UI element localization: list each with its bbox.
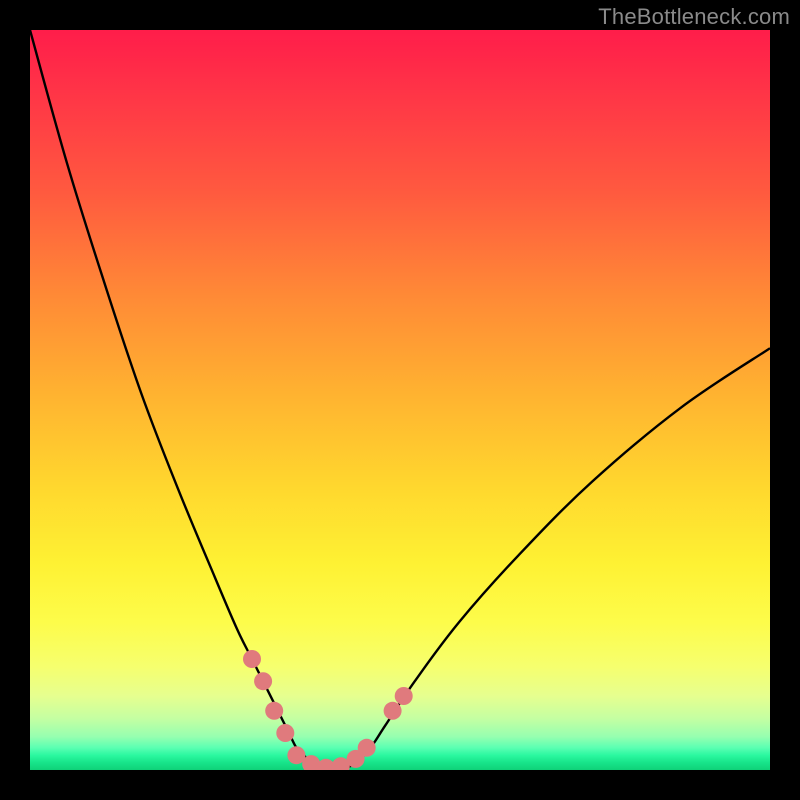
curve-line: [30, 30, 770, 770]
plot-area: [30, 30, 770, 770]
curve-marker: [395, 687, 413, 705]
curve-marker: [243, 650, 261, 668]
curve-marker: [276, 724, 294, 742]
curve-marker: [384, 702, 402, 720]
curve-marker: [358, 739, 376, 757]
curve-marker: [265, 702, 283, 720]
curve-marker: [254, 672, 272, 690]
bottleneck-curve: [30, 30, 770, 770]
watermark-label: TheBottleneck.com: [598, 4, 790, 30]
chart-frame: TheBottleneck.com: [0, 0, 800, 800]
curve-markers: [243, 650, 413, 770]
